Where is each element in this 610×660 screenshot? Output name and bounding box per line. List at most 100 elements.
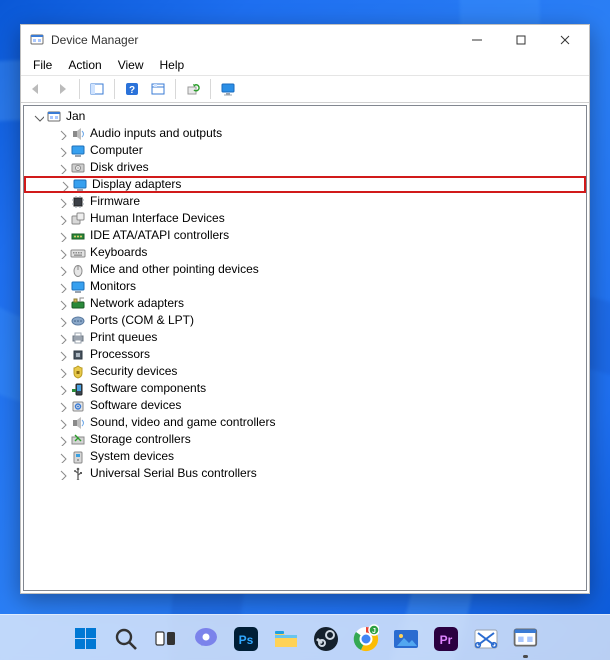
close-button[interactable] — [543, 25, 587, 55]
chip-icon — [70, 194, 86, 210]
cpu-icon — [70, 347, 86, 363]
monitor-icon — [70, 143, 86, 159]
expander-closed-icon[interactable] — [56, 349, 68, 361]
expander-closed-icon[interactable] — [56, 400, 68, 412]
tree-category-node[interactable]: Disk drives — [24, 159, 586, 176]
toolbar — [21, 75, 589, 103]
tree-category-node[interactable]: IDE ATA/ATAPI controllers — [24, 227, 586, 244]
tree-category-node[interactable]: Network adapters — [24, 295, 586, 312]
expander-closed-icon[interactable] — [56, 162, 68, 174]
taskbar-chrome-button[interactable] — [349, 622, 381, 654]
menubar: File Action View Help — [21, 55, 589, 75]
tree-category-node[interactable]: Keyboards — [24, 244, 586, 261]
speaker-icon — [70, 415, 86, 431]
properties-icon — [150, 81, 166, 97]
monitor-icon — [70, 279, 86, 295]
taskbar — [0, 614, 610, 660]
tree-category-node[interactable]: System devices — [24, 448, 586, 465]
tree-category-node[interactable]: Mice and other pointing devices — [24, 261, 586, 278]
menu-file[interactable]: File — [25, 57, 60, 73]
expander-closed-icon[interactable] — [56, 451, 68, 463]
tree-category-node[interactable]: Audio inputs and outputs — [24, 125, 586, 142]
tree-category-node[interactable]: Display adapters — [24, 176, 586, 193]
toolbar-scan-button[interactable] — [181, 77, 205, 101]
taskbar-premiere-button[interactable] — [429, 622, 461, 654]
tree-category-node[interactable]: Universal Serial Bus controllers — [24, 465, 586, 482]
tree-category-label: Disk drives — [90, 159, 149, 176]
menu-view[interactable]: View — [110, 57, 152, 73]
expander-closed-icon[interactable] — [56, 434, 68, 446]
tree-category-node[interactable]: Software devices — [24, 397, 586, 414]
expander-closed-icon[interactable] — [56, 315, 68, 327]
toolbar-back-button[interactable] — [24, 77, 48, 101]
usb-icon — [70, 466, 86, 482]
taskbar-explorer-button[interactable] — [269, 622, 301, 654]
tree-category-node[interactable]: Processors — [24, 346, 586, 363]
mouse-icon — [70, 262, 86, 278]
maximize-button[interactable] — [499, 25, 543, 55]
taskbar-start-button[interactable] — [69, 622, 101, 654]
tree-category-node[interactable]: Software components — [24, 380, 586, 397]
taskbar-photos-button[interactable] — [389, 622, 421, 654]
taskbar-search-button[interactable] — [109, 622, 141, 654]
toolbar-forward-button[interactable] — [50, 77, 74, 101]
menu-action[interactable]: Action — [60, 57, 109, 73]
expander-closed-icon[interactable] — [58, 179, 70, 191]
toolbar-properties-button[interactable] — [146, 77, 170, 101]
menu-help[interactable]: Help — [152, 57, 193, 73]
expander-closed-icon[interactable] — [56, 264, 68, 276]
toolbar-showhide-tree-button[interactable] — [85, 77, 109, 101]
expander-closed-icon[interactable] — [56, 366, 68, 378]
tree-category-label: Firmware — [90, 193, 140, 210]
software-icon — [70, 381, 86, 397]
printer-icon — [70, 330, 86, 346]
tree-category-node[interactable]: Monitors — [24, 278, 586, 295]
tree-category-label: Security devices — [90, 363, 177, 380]
expander-closed-icon[interactable] — [56, 196, 68, 208]
tree-category-label: Processors — [90, 346, 150, 363]
tree-category-node[interactable]: Ports (COM & LPT) — [24, 312, 586, 329]
taskbar-snip-button[interactable] — [469, 622, 501, 654]
maximize-icon — [513, 32, 529, 48]
device-tree[interactable]: Jan Audio inputs and outputsComputerDisk… — [23, 105, 587, 591]
software2-icon — [70, 398, 86, 414]
taskbar-chat-button[interactable] — [189, 622, 221, 654]
search-icon — [111, 624, 139, 652]
expander-closed-icon[interactable] — [56, 417, 68, 429]
taskbar-taskview-button[interactable] — [149, 622, 181, 654]
minimize-icon — [469, 32, 485, 48]
toolbar-monitor-button[interactable] — [216, 77, 240, 101]
expander-open-icon[interactable] — [32, 111, 44, 123]
expander-closed-icon[interactable] — [56, 213, 68, 225]
tree-category-node[interactable]: Storage controllers — [24, 431, 586, 448]
tree-category-node[interactable]: Sound, video and game controllers — [24, 414, 586, 431]
tree-root-node[interactable]: Jan — [24, 108, 586, 125]
expander-closed-icon[interactable] — [56, 281, 68, 293]
expander-closed-icon[interactable] — [56, 247, 68, 259]
tree-category-label: Universal Serial Bus controllers — [90, 465, 257, 482]
titlebar[interactable]: Device Manager — [21, 25, 589, 55]
tree-category-node[interactable]: Print queues — [24, 329, 586, 346]
expander-closed-icon[interactable] — [56, 383, 68, 395]
toolbar-separator — [210, 79, 211, 99]
tree-category-node[interactable]: Firmware — [24, 193, 586, 210]
taskbar-photoshop-button[interactable] — [229, 622, 261, 654]
network-icon — [70, 296, 86, 312]
expander-closed-icon[interactable] — [56, 128, 68, 140]
tree-category-node[interactable]: Human Interface Devices — [24, 210, 586, 227]
toolbar-help-button[interactable] — [120, 77, 144, 101]
taskbar-devicemanager-button[interactable] — [509, 622, 541, 654]
minimize-button[interactable] — [455, 25, 499, 55]
security-icon — [70, 364, 86, 380]
expander-closed-icon[interactable] — [56, 298, 68, 310]
expander-closed-icon[interactable] — [56, 332, 68, 344]
window-title: Device Manager — [51, 33, 138, 47]
tree-category-node[interactable]: Computer — [24, 142, 586, 159]
expander-closed-icon[interactable] — [56, 230, 68, 242]
expander-closed-icon[interactable] — [56, 468, 68, 480]
tree-category-node[interactable]: Security devices — [24, 363, 586, 380]
taskbar-steam-button[interactable] — [309, 622, 341, 654]
tree-category-label: Human Interface Devices — [90, 210, 225, 227]
expander-closed-icon[interactable] — [56, 145, 68, 157]
file-explorer-icon — [271, 624, 299, 652]
